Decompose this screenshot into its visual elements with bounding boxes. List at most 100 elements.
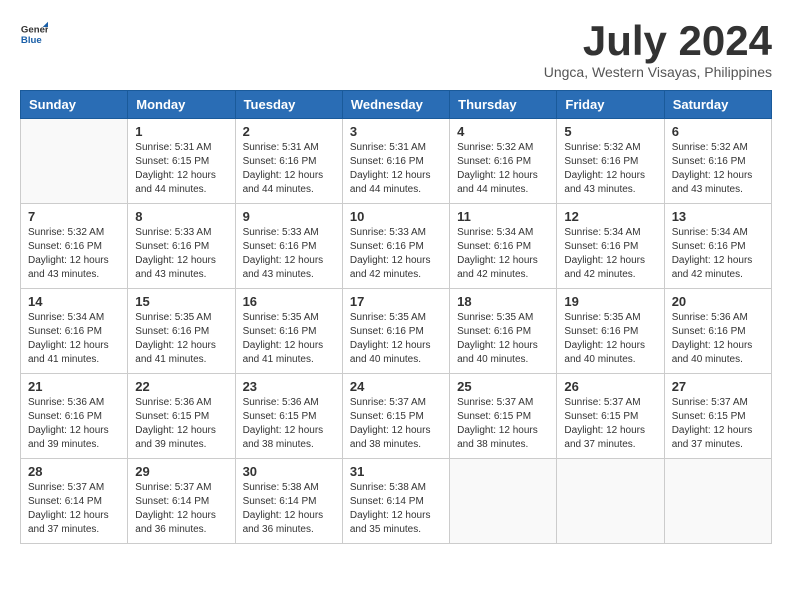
weekday-header-tuesday: Tuesday [235, 91, 342, 119]
weekday-header-monday: Monday [128, 91, 235, 119]
calendar-cell: 22 Sunrise: 5:36 AMSunset: 6:15 PMDayligh… [128, 374, 235, 459]
day-number: 3 [350, 124, 442, 139]
day-info: Sunrise: 5:35 AMSunset: 6:16 PMDaylight:… [243, 311, 335, 367]
calendar-cell: 25Sunrise: 5:37 AMSunset: 6:15 PMDayligh… [450, 374, 557, 459]
calendar-cell [21, 119, 128, 204]
day-number: 26 [564, 379, 656, 394]
day-info: Sunrise: 5:36 AMSunset: 6:15 PMDaylight:… [135, 396, 227, 452]
calendar-cell: 19Sunrise: 5:35 AMSunset: 6:16 PMDayligh… [557, 289, 664, 374]
calendar-cell: 26 Sunrise: 5:37 AMSunset: 6:15 PMDayligh… [557, 374, 664, 459]
day-info: Sunrise: 5:34 AMSunset: 6:16 PMDaylight:… [564, 226, 656, 282]
day-number: 11 [457, 209, 549, 224]
header: General Blue July 2024 Ungca, Western Vi… [20, 20, 772, 80]
calendar-cell: 16 Sunrise: 5:35 AMSunset: 6:16 PMDayligh… [235, 289, 342, 374]
day-info: Sunrise: 5:37 AMSunset: 6:14 PMDaylight:… [135, 481, 227, 537]
day-number: 30 [243, 464, 335, 479]
week-row-3: 14 Sunrise: 5:34 AMSunset: 6:16 PMDayligh… [21, 289, 772, 374]
day-number: 17 [350, 294, 442, 309]
day-number: 28 [28, 464, 120, 479]
calendar-cell: 6 Sunrise: 5:32 AMSunset: 6:16 PMDaylight… [664, 119, 771, 204]
calendar-cell: 10Sunrise: 5:33 AMSunset: 6:16 PMDayligh… [342, 204, 449, 289]
calendar-cell: 11 Sunrise: 5:34 AMSunset: 6:16 PMDayligh… [450, 204, 557, 289]
calendar-cell: 2 Sunrise: 5:31 AMSunset: 6:16 PMDaylight… [235, 119, 342, 204]
calendar-cell: 20 Sunrise: 5:36 AMSunset: 6:16 PMDayligh… [664, 289, 771, 374]
weekday-header-thursday: Thursday [450, 91, 557, 119]
day-number: 4 [457, 124, 549, 139]
day-number: 21 [28, 379, 120, 394]
day-info: Sunrise: 5:32 AMSunset: 6:16 PMDaylight:… [564, 141, 656, 197]
day-number: 6 [672, 124, 764, 139]
calendar-cell: 30 Sunrise: 5:38 AMSunset: 6:14 PMDayligh… [235, 459, 342, 544]
calendar-cell: 18Sunrise: 5:35 AMSunset: 6:16 PMDayligh… [450, 289, 557, 374]
day-info: Sunrise: 5:37 AMSunset: 6:14 PMDaylight:… [28, 481, 120, 537]
month-title: July 2024 [544, 20, 772, 62]
calendar-cell: 15Sunrise: 5:35 AMSunset: 6:16 PMDayligh… [128, 289, 235, 374]
week-row-5: 28 Sunrise: 5:37 AMSunset: 6:14 PMDayligh… [21, 459, 772, 544]
day-number: 23 [243, 379, 335, 394]
calendar-cell: 7Sunrise: 5:32 AMSunset: 6:16 PMDaylight… [21, 204, 128, 289]
day-info: Sunrise: 5:36 AMSunset: 6:16 PMDaylight:… [28, 396, 120, 452]
calendar-cell: 9 Sunrise: 5:33 AMSunset: 6:16 PMDaylight… [235, 204, 342, 289]
day-number: 31 [350, 464, 442, 479]
weekday-header-friday: Friday [557, 91, 664, 119]
day-info: Sunrise: 5:34 AMSunset: 6:16 PMDaylight:… [28, 311, 120, 367]
logo: General Blue [20, 20, 48, 48]
calendar-cell: 3Sunrise: 5:31 AMSunset: 6:16 PMDaylight… [342, 119, 449, 204]
day-number: 22 [135, 379, 227, 394]
day-info: Sunrise: 5:37 AMSunset: 6:15 PMDaylight:… [457, 396, 549, 452]
day-number: 13 [672, 209, 764, 224]
calendar-cell: 14 Sunrise: 5:34 AMSunset: 6:16 PMDayligh… [21, 289, 128, 374]
day-info: Sunrise: 5:37 AMSunset: 6:15 PMDaylight:… [350, 396, 442, 452]
day-info: Sunrise: 5:32 AMSunset: 6:16 PMDaylight:… [28, 226, 120, 282]
day-info: Sunrise: 5:37 AMSunset: 6:15 PMDaylight:… [564, 396, 656, 452]
weekday-header-wednesday: Wednesday [342, 91, 449, 119]
day-number: 14 [28, 294, 120, 309]
day-number: 16 [243, 294, 335, 309]
calendar-cell [557, 459, 664, 544]
day-number: 27 [672, 379, 764, 394]
calendar-cell: 31 Sunrise: 5:38 AMSunset: 6:14 PMDayligh… [342, 459, 449, 544]
weekday-header-saturday: Saturday [664, 91, 771, 119]
day-info: Sunrise: 5:33 AMSunset: 6:16 PMDaylight:… [243, 226, 335, 282]
day-info: Sunrise: 5:33 AMSunset: 6:16 PMDaylight:… [350, 226, 442, 282]
weekday-header-row: SundayMondayTuesdayWednesdayThursdayFrid… [21, 91, 772, 119]
title-area: July 2024 Ungca, Western Visayas, Philip… [544, 20, 772, 80]
day-number: 8 [135, 209, 227, 224]
calendar-cell [664, 459, 771, 544]
day-info: Sunrise: 5:35 AMSunset: 6:16 PMDaylight:… [135, 311, 227, 367]
day-info: Sunrise: 5:33 AMSunset: 6:16 PMDaylight:… [135, 226, 227, 282]
day-info: Sunrise: 5:35 AMSunset: 6:16 PMDaylight:… [350, 311, 442, 367]
day-info: Sunrise: 5:38 AMSunset: 6:14 PMDaylight:… [243, 481, 335, 537]
week-row-4: 21 Sunrise: 5:36 AMSunset: 6:16 PMDayligh… [21, 374, 772, 459]
day-info: Sunrise: 5:36 AMSunset: 6:16 PMDaylight:… [672, 311, 764, 367]
calendar-cell: 27 Sunrise: 5:37 AMSunset: 6:15 PMDayligh… [664, 374, 771, 459]
day-info: Sunrise: 5:38 AMSunset: 6:14 PMDaylight:… [350, 481, 442, 537]
day-number: 24 [350, 379, 442, 394]
day-number: 5 [564, 124, 656, 139]
day-number: 19 [564, 294, 656, 309]
day-number: 2 [243, 124, 335, 139]
day-number: 1 [135, 124, 227, 139]
day-info: Sunrise: 5:32 AMSunset: 6:16 PMDaylight:… [672, 141, 764, 197]
calendar-cell: 4Sunrise: 5:32 AMSunset: 6:16 PMDaylight… [450, 119, 557, 204]
calendar-cell: 29 Sunrise: 5:37 AMSunset: 6:14 PMDayligh… [128, 459, 235, 544]
weekday-header-sunday: Sunday [21, 91, 128, 119]
day-info: Sunrise: 5:37 AMSunset: 6:15 PMDaylight:… [672, 396, 764, 452]
calendar-cell: 8 Sunrise: 5:33 AMSunset: 6:16 PMDaylight… [128, 204, 235, 289]
calendar-cell: 5 Sunrise: 5:32 AMSunset: 6:16 PMDaylight… [557, 119, 664, 204]
day-info: Sunrise: 5:31 AMSunset: 6:16 PMDaylight:… [243, 141, 335, 197]
day-info: Sunrise: 5:36 AMSunset: 6:15 PMDaylight:… [243, 396, 335, 452]
calendar-cell: 13 Sunrise: 5:34 AMSunset: 6:16 PMDayligh… [664, 204, 771, 289]
day-number: 18 [457, 294, 549, 309]
day-number: 29 [135, 464, 227, 479]
svg-text:Blue: Blue [21, 35, 42, 46]
calendar-cell: 1Sunrise: 5:31 AMSunset: 6:15 PMDaylight… [128, 119, 235, 204]
week-row-2: 7Sunrise: 5:32 AMSunset: 6:16 PMDaylight… [21, 204, 772, 289]
day-info: Sunrise: 5:34 AMSunset: 6:16 PMDaylight:… [672, 226, 764, 282]
day-number: 20 [672, 294, 764, 309]
calendar-cell: 21 Sunrise: 5:36 AMSunset: 6:16 PMDayligh… [21, 374, 128, 459]
day-info: Sunrise: 5:34 AMSunset: 6:16 PMDaylight:… [457, 226, 549, 282]
day-number: 9 [243, 209, 335, 224]
logo-icon: General Blue [20, 20, 48, 48]
calendar-cell [450, 459, 557, 544]
